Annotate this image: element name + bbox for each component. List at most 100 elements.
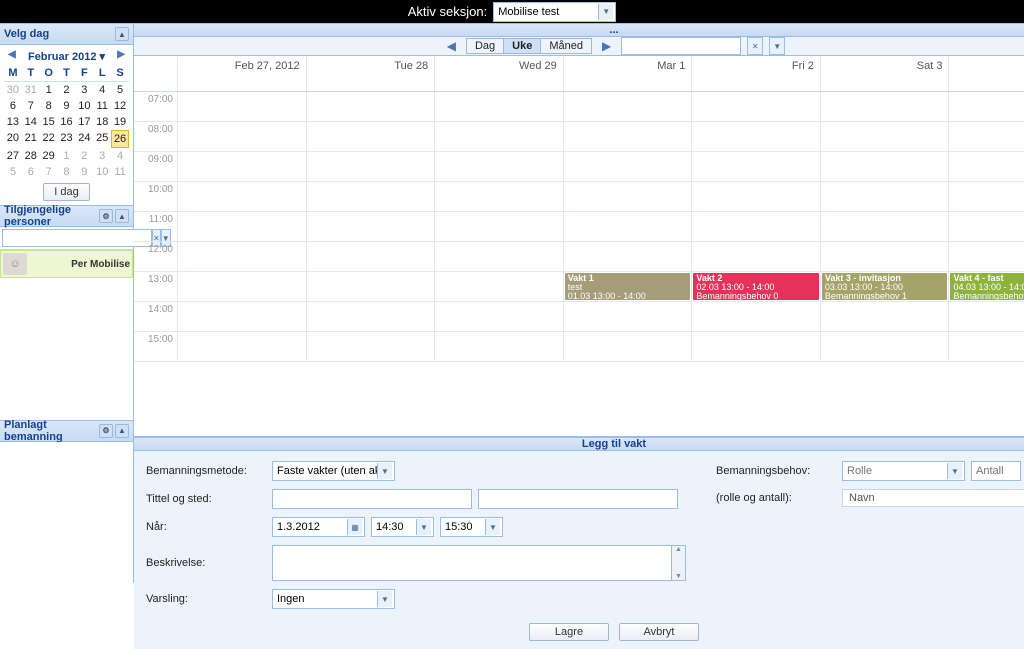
time-cell[interactable] xyxy=(307,332,436,361)
day-cell[interactable]: 23 xyxy=(58,130,76,148)
time-cell[interactable] xyxy=(435,152,564,181)
day-cell[interactable]: 10 xyxy=(75,98,93,114)
time-cell[interactable] xyxy=(821,122,950,151)
time-cell[interactable] xyxy=(435,182,564,211)
time-cell[interactable] xyxy=(692,212,821,241)
day-cell[interactable]: 9 xyxy=(75,164,93,180)
day-cell[interactable]: 25 xyxy=(93,130,111,148)
day-cell[interactable]: 6 xyxy=(4,98,22,114)
time-cell[interactable] xyxy=(307,212,436,241)
tittel-input[interactable] xyxy=(272,489,472,509)
day-cell[interactable]: 5 xyxy=(4,164,22,180)
time-cell[interactable] xyxy=(821,302,950,331)
time-cell[interactable] xyxy=(692,122,821,151)
day-cell[interactable]: 1 xyxy=(40,82,58,98)
day-cell[interactable]: 7 xyxy=(40,164,58,180)
rolle-combo[interactable]: ▼ xyxy=(842,461,965,481)
time-cell[interactable] xyxy=(435,242,564,271)
collapse-icon[interactable]: ▲ xyxy=(115,209,129,223)
time-cell[interactable] xyxy=(178,92,307,121)
time-cell[interactable] xyxy=(435,122,564,151)
time-cell[interactable] xyxy=(564,212,693,241)
antall-input[interactable] xyxy=(971,461,1021,481)
day-cell[interactable]: 21 xyxy=(22,130,40,148)
day-cell[interactable]: 9 xyxy=(58,98,76,114)
time-cell[interactable] xyxy=(178,122,307,151)
time-cell[interactable]: Vakt 4 - fast04.03 13:00 - 14:00Bemannin… xyxy=(949,272,1024,301)
time-cell[interactable] xyxy=(564,182,693,211)
metode-combo[interactable]: ▼ xyxy=(272,461,395,481)
time-cell[interactable] xyxy=(692,242,821,271)
time-cell[interactable] xyxy=(178,212,307,241)
day-cell[interactable]: 16 xyxy=(58,114,76,130)
time-cell[interactable] xyxy=(821,332,950,361)
chevron-down-icon[interactable]: ▼ xyxy=(377,591,392,607)
time-cell[interactable] xyxy=(307,182,436,211)
time-cell[interactable] xyxy=(949,302,1024,331)
time-to-input[interactable]: ▼ xyxy=(440,517,503,537)
beskrivelse-textarea[interactable] xyxy=(272,545,672,581)
day-cell[interactable]: 26 xyxy=(111,130,129,148)
collapse-icon[interactable]: ▲ xyxy=(115,27,129,41)
day-cell[interactable]: 7 xyxy=(22,98,40,114)
chevron-down-icon[interactable]: ▼ xyxy=(598,4,613,20)
time-cell[interactable] xyxy=(949,92,1024,121)
day-cell[interactable]: 14 xyxy=(22,114,40,130)
time-cell[interactable] xyxy=(821,212,950,241)
time-cell[interactable] xyxy=(821,182,950,211)
day-cell[interactable]: 22 xyxy=(40,130,58,148)
day-cell[interactable]: 19 xyxy=(111,114,129,130)
day-cell[interactable]: 17 xyxy=(75,114,93,130)
time-cell[interactable] xyxy=(178,302,307,331)
time-cell[interactable] xyxy=(949,152,1024,181)
time-cell[interactable] xyxy=(564,302,693,331)
day-cell[interactable]: 11 xyxy=(111,164,129,180)
seg-dag[interactable]: Dag xyxy=(466,38,504,54)
time-cell[interactable]: Vakt 3 - invitasjon03.03 13:00 - 14:00Be… xyxy=(821,272,950,301)
time-cell[interactable] xyxy=(435,302,564,331)
prev-icon[interactable]: ◀ xyxy=(443,39,460,53)
day-cell[interactable]: 15 xyxy=(40,114,58,130)
chevron-down-icon[interactable]: ▼ xyxy=(416,519,431,535)
sted-input[interactable] xyxy=(478,489,678,509)
time-cell[interactable] xyxy=(821,152,950,181)
time-cell[interactable] xyxy=(692,182,821,211)
calendar-event[interactable]: Vakt 1test01.03 13:00 - 14:00 xyxy=(565,273,691,300)
day-cell[interactable]: 12 xyxy=(111,98,129,114)
day-cell[interactable]: 3 xyxy=(75,82,93,98)
chevron-down-icon[interactable]: ▼ xyxy=(947,463,962,479)
time-cell[interactable] xyxy=(564,242,693,271)
time-cell[interactable] xyxy=(949,332,1024,361)
lagre-button[interactable]: Lagre xyxy=(529,623,609,641)
time-cell[interactable] xyxy=(692,92,821,121)
date-input[interactable]: ▦ xyxy=(272,517,365,537)
day-cell[interactable]: 13 xyxy=(4,114,22,130)
day-cell[interactable]: 6 xyxy=(22,164,40,180)
day-cell[interactable]: 1 xyxy=(58,148,76,164)
time-cell[interactable] xyxy=(692,302,821,331)
today-button[interactable]: I dag xyxy=(43,183,89,201)
person-search-input[interactable] xyxy=(2,229,152,247)
time-cell[interactable] xyxy=(949,122,1024,151)
time-cell[interactable] xyxy=(435,212,564,241)
month-title[interactable]: Februar 2012 ▾ xyxy=(28,50,105,63)
person-item[interactable]: ☺ Per Mobilise xyxy=(0,250,133,278)
day-cell[interactable]: 20 xyxy=(4,130,22,148)
day-cell[interactable]: 10 xyxy=(93,164,111,180)
gear-icon[interactable]: ⚙ xyxy=(99,424,113,438)
scrollbar[interactable]: ▲▼ xyxy=(672,545,686,581)
calendar-event[interactable]: Vakt 3 - invitasjon03.03 13:00 - 14:00Be… xyxy=(822,273,948,300)
time-cell[interactable] xyxy=(178,182,307,211)
day-cell[interactable]: 24 xyxy=(75,130,93,148)
day-cell[interactable]: 5 xyxy=(111,82,129,98)
day-cell[interactable]: 4 xyxy=(111,148,129,164)
avbryt-button[interactable]: Avbryt xyxy=(619,623,699,641)
collapse-icon[interactable]: ▲ xyxy=(115,424,129,438)
gear-icon[interactable]: ⚙ xyxy=(99,209,113,223)
prev-month-icon[interactable]: ◀ xyxy=(8,49,16,60)
next-month-icon[interactable]: ▶ xyxy=(117,49,125,60)
time-cell[interactable]: Vakt 1test01.03 13:00 - 14:00 xyxy=(564,272,693,301)
section-combo[interactable]: ▼ xyxy=(493,2,616,22)
day-cell[interactable]: 30 xyxy=(4,82,22,98)
time-cell[interactable] xyxy=(307,272,436,301)
